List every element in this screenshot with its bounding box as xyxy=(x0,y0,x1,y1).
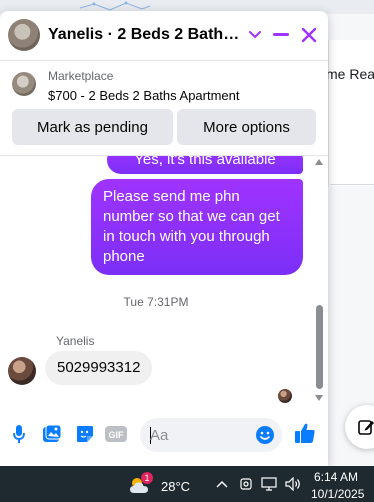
outgoing-message-partial: Yes, it's this available now. xyxy=(107,156,303,188)
background-partial-text: me Rea xyxy=(326,66,374,82)
thumbs-up-icon[interactable] xyxy=(294,422,316,444)
conversation-avatar[interactable] xyxy=(8,19,40,51)
photo-icon[interactable] xyxy=(41,423,63,445)
chat-title[interactable]: Yanelis · 2 Beds 2 Baths Ap... xyxy=(48,26,244,44)
volume-icon[interactable] xyxy=(285,476,301,492)
chevron-down-icon[interactable] xyxy=(244,24,266,46)
message-scrollbar[interactable] xyxy=(313,157,325,403)
mark-as-pending-button[interactable]: Mark as pending xyxy=(12,109,173,145)
listing-title[interactable]: $700 - 2 Beds 2 Baths Apartment xyxy=(48,88,240,103)
message-composer: GIF xyxy=(0,411,328,461)
sticker-icon[interactable] xyxy=(74,423,96,445)
chevron-up-icon[interactable] xyxy=(214,476,230,492)
listing-source-label: Marketplace xyxy=(48,69,114,83)
compose-icon xyxy=(358,420,374,435)
sender-avatar[interactable] xyxy=(8,357,36,385)
marketplace-listing: Marketplace $700 - 2 Beds 2 Baths Apartm… xyxy=(0,62,328,154)
system-taskbar: 1 28°C 6:14 AM 10/1/2025 xyxy=(0,466,374,502)
background-divider xyxy=(330,184,374,185)
chat-header[interactable]: Yanelis · 2 Beds 2 Baths Ap... xyxy=(0,11,328,61)
scroll-down-arrow[interactable] xyxy=(315,395,323,401)
clock-date[interactable]: 10/1/2025 xyxy=(311,487,364,501)
more-options-button[interactable]: More options xyxy=(177,109,316,145)
microphone-icon[interactable] xyxy=(8,423,30,445)
minimize-icon[interactable] xyxy=(270,24,292,46)
gif-icon[interactable]: GIF xyxy=(105,423,127,445)
incoming-message: 5029993312 xyxy=(45,351,153,385)
message-input[interactable] xyxy=(150,424,250,446)
close-icon[interactable] xyxy=(298,24,320,46)
svg-text:GIF: GIF xyxy=(109,430,125,440)
emoji-icon[interactable] xyxy=(254,424,276,446)
display-icon[interactable] xyxy=(261,476,277,492)
listing-thumbnail[interactable] xyxy=(12,72,36,96)
scroll-up-arrow[interactable] xyxy=(315,159,323,165)
read-receipt-avatar xyxy=(278,389,292,403)
message-list[interactable]: Yes, it's this available now. Please sen… xyxy=(0,155,328,405)
temperature-text[interactable]: 28°C xyxy=(161,479,190,494)
background-panel xyxy=(328,40,374,186)
sender-name: Yanelis xyxy=(56,334,95,348)
message-timestamp: Tue 7:31PM xyxy=(123,295,189,309)
weather-badge: 1 xyxy=(141,472,153,484)
chat-window: Yanelis · 2 Beds 2 Baths Ap... Marketpla… xyxy=(0,11,328,466)
new-message-button[interactable] xyxy=(345,405,374,449)
scroll-thumb[interactable] xyxy=(316,305,323,389)
message-input-container[interactable] xyxy=(140,418,282,452)
camera-icon[interactable] xyxy=(238,476,254,492)
clock-time[interactable]: 6:14 AM xyxy=(314,470,358,484)
outgoing-message: Please send me phn number so that we can… xyxy=(91,179,303,275)
